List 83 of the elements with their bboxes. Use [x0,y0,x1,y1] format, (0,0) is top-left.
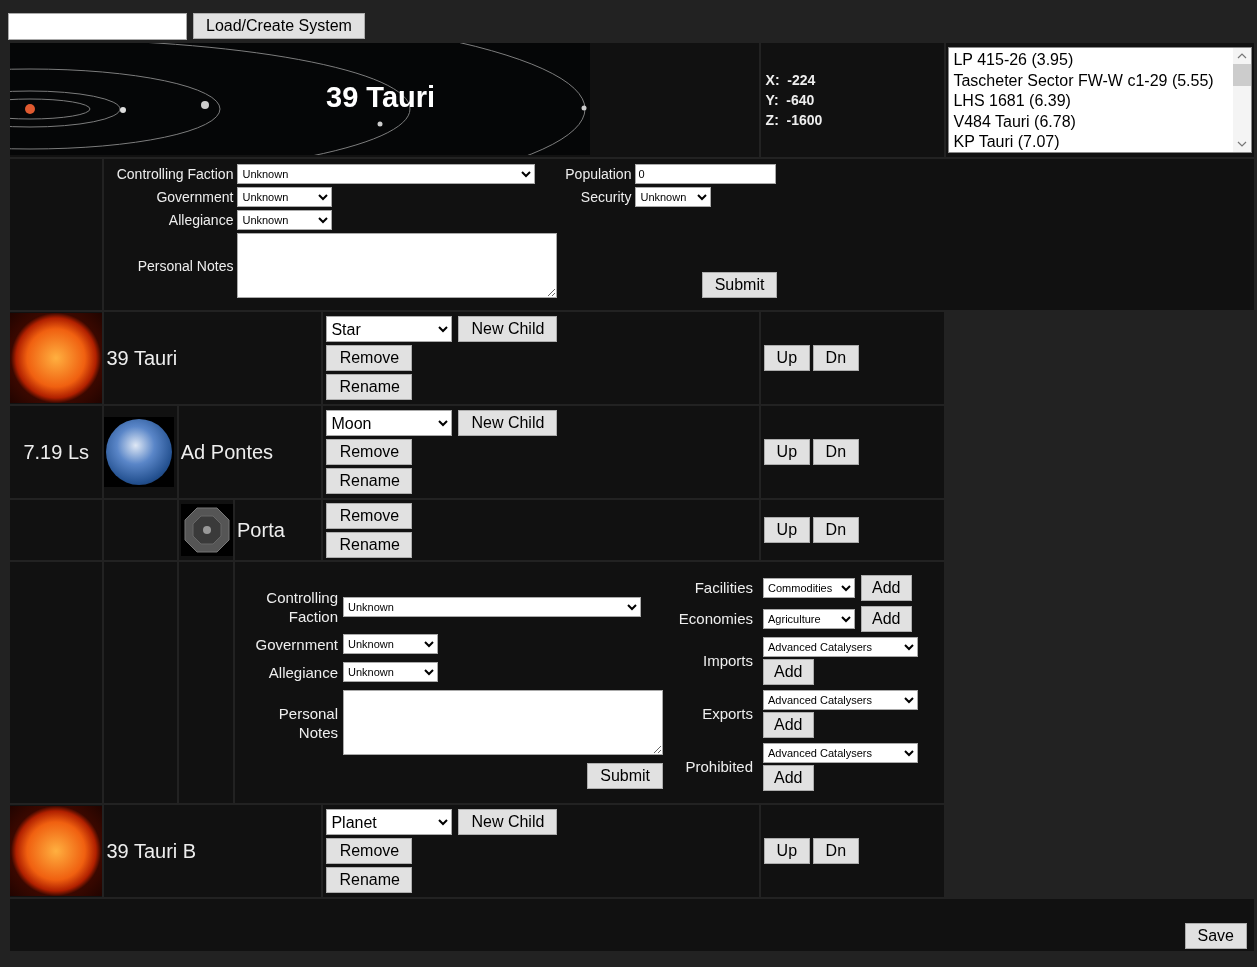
scrollbar[interactable] [1233,48,1251,152]
field-label: Controlling Faction [115,166,234,182]
load-create-system-button[interactable]: Load/Create System [193,13,365,39]
population-field[interactable]: 0 [635,164,777,184]
scroll-down-icon[interactable] [1237,141,1247,147]
controlling-faction-dropdown[interactable]: Unknown [237,164,536,184]
rename-button[interactable]: Rename [326,374,413,400]
field-label: Allegiance [167,212,234,228]
coordinate-value: X: -224 [765,72,817,88]
add-button[interactable]: Add [861,605,912,632]
field-label: Government [254,634,339,654]
new-child-button[interactable]: New Child [458,410,558,436]
field-label: Personal Notes [277,703,339,742]
move-up-button[interactable]: Up [763,517,810,543]
remove-button[interactable]: Remove [326,345,413,371]
rename-button[interactable]: Rename [326,531,413,558]
planet-drawing [104,417,175,487]
move-up-button[interactable]: Up [763,345,810,371]
field-label: Allegiance [267,662,339,682]
allegiance-dropdown[interactable]: Unknown [343,662,439,682]
field-label: Population [564,166,632,182]
government-dropdown[interactable]: Unknown [237,187,333,207]
remove-button[interactable]: Remove [326,838,413,864]
new-child-button[interactable]: New Child [458,809,558,835]
move-down-button[interactable]: Dn [812,439,859,465]
scroll-up-icon[interactable] [1237,53,1247,59]
station-drawing [180,504,233,556]
body-type-dropdown[interactable]: Star [326,316,453,342]
add-button[interactable]: Add [763,764,814,791]
submit-button[interactable]: Submit [701,272,778,298]
field-label: Government [155,189,234,205]
remove-button[interactable]: Remove [326,502,413,529]
list-dropdown[interactable]: Advanced Catalysers [763,742,919,763]
field-label: Facilities [693,579,754,596]
list-dropdown[interactable]: Commodities [763,577,856,598]
move-down-button[interactable]: Dn [812,517,859,543]
add-button[interactable]: Add [861,574,912,601]
nearby-system-item[interactable]: KP Tauri (7.07) [953,132,1229,153]
move-up-button[interactable]: Up [763,439,810,465]
nearby-system-item[interactable]: V484 Tauri (6.78) [953,111,1229,133]
allegiance-dropdown[interactable]: Unknown [237,210,333,230]
field-label: Security [579,189,632,205]
submit-button[interactable]: Submit [587,763,664,789]
rename-button[interactable]: Rename [326,867,413,893]
field-label: Prohibited [684,758,754,775]
distance-label: 7.19 Ls [23,440,89,463]
list-dropdown[interactable]: Agriculture [763,608,856,629]
field-label: Exports [701,705,754,722]
field-label: Economies [677,610,754,627]
nearby-system-item[interactable]: LP 415-26 (3.95) [953,50,1229,71]
body-name: 39 Tauri [106,346,178,369]
scrollbar-thumb[interactable] [1233,64,1251,86]
field-label: Controlling Faction [265,588,339,626]
list-dropdown[interactable]: Advanced Catalysers [763,636,919,657]
nearby-system-item[interactable]: LHS 1681 (6.39) [953,91,1229,112]
government-dropdown[interactable]: Unknown [343,634,439,654]
rename-button[interactable]: Rename [326,468,413,494]
nearby-systems-list[interactable]: LP 415-26 (3.95) Tascheter Sector FW-W c1-29 (5.55) LHS 1681 (6.39) V484 Tauri (6.78) KP Tauri (7.07) [948,47,1252,153]
personal-notes-field[interactable] [237,233,558,298]
security-dropdown[interactable]: Unknown [635,187,712,207]
controlling-faction-dropdown[interactable]: Unknown [343,597,642,617]
coordinate-value: Z: -1600 [765,112,824,128]
remove-button[interactable]: Remove [326,439,413,465]
move-down-button[interactable]: Dn [812,838,859,864]
body-name: Porta [237,518,285,541]
system-title: 39 Tauri [326,81,436,114]
body-name: Ad Pontes [180,440,274,463]
body-type-dropdown[interactable]: Moon [326,410,453,436]
save-button[interactable]: Save [1184,923,1247,949]
add-button[interactable]: Add [763,658,814,685]
body-type-dropdown[interactable]: Planet [326,809,453,835]
new-child-button[interactable]: New Child [458,316,558,342]
coordinate-value: Y: -640 [765,92,816,108]
list-dropdown[interactable]: Advanced Catalysers [763,689,919,710]
body-name: 39 Tauri B [106,839,197,862]
personal-notes-field[interactable] [343,690,664,755]
nearby-system-item[interactable]: Tascheter Sector FW-W c1-29 (5.55) [953,70,1229,92]
add-button[interactable]: Add [763,711,814,738]
field-label: Imports [702,652,754,669]
field-label: Personal Notes [136,257,234,274]
move-down-button[interactable]: Dn [812,345,859,371]
system-name-field[interactable] [8,13,187,40]
move-up-button[interactable]: Up [763,838,810,864]
